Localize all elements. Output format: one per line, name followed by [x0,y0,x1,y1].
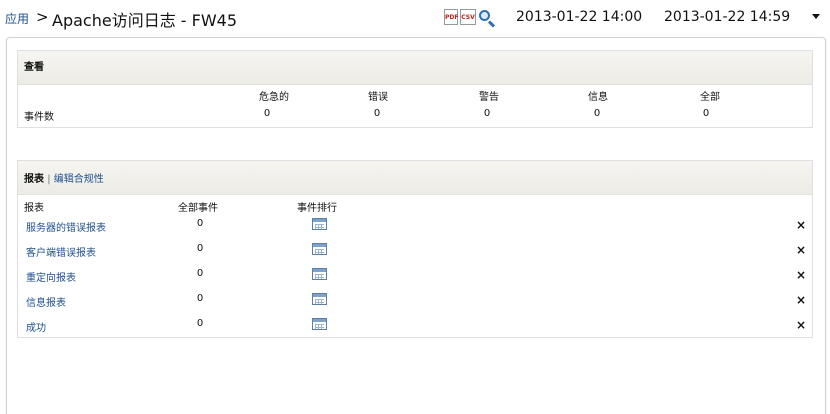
event-count-label: 事件数 [24,112,54,123]
calendar-icon[interactable] [312,268,327,280]
page-header: 应用 > Apache访问日志 - FW45 PDF CSV 2013-01-2… [0,0,830,36]
report-total: 0 [196,243,204,254]
column-header-all: 全部 [700,92,720,103]
column-header-warning: 警告 [479,92,499,103]
export-toolbar: PDF CSV [444,9,496,28]
remove-report-button[interactable]: × [796,319,806,331]
view-panel-title: 查看 [18,51,812,85]
calendar-icon[interactable] [312,293,327,305]
report-link-redirects[interactable]: 重定向报表 [26,269,76,284]
report-link-success[interactable]: 成功 [26,319,46,334]
chevron-down-icon[interactable] [812,14,820,19]
report-link-client-errors[interactable]: 客户端错误报表 [26,244,96,259]
report-total: 0 [196,268,204,279]
remove-report-button[interactable]: × [796,219,806,231]
column-header-report: 报表 [24,203,44,214]
event-count-all: 0 [702,108,710,119]
column-header-total-events: 全部事件 [178,203,218,214]
report-panel-header: 报表 | 编辑合规性 [18,161,812,195]
breadcrumb-apps[interactable]: 应用 [5,10,29,27]
report-total: 0 [196,318,204,329]
event-count-warning: 0 [483,108,491,119]
column-header-critical: 危急的 [259,92,289,103]
calendar-icon[interactable] [312,318,327,330]
view-panel: 查看 危急的 错误 警告 信息 全部 事件数 0 0 0 0 0 [17,50,813,128]
column-header-event-ranking: 事件排行 [297,203,337,214]
breadcrumb-separator: > [36,8,49,26]
report-panel: 报表 | 编辑合规性 报表 全部事件 事件排行 服务器的错误报表 0 × 客户端… [17,160,813,338]
remove-report-button[interactable]: × [796,244,806,256]
start-time[interactable]: 2013-01-22 14:00 [516,9,642,25]
event-count-error: 0 [373,108,381,119]
report-total: 0 [196,293,204,304]
event-count-info: 0 [593,108,601,119]
calendar-icon[interactable] [312,218,327,230]
column-header-error: 错误 [368,92,388,103]
remove-report-button[interactable]: × [796,269,806,281]
csv-export-icon[interactable]: CSV [460,9,476,25]
report-link-info[interactable]: 信息报表 [26,294,66,309]
report-link-server-errors[interactable]: 服务器的错误报表 [26,219,106,234]
end-time[interactable]: 2013-01-22 14:59 [664,9,790,25]
report-total: 0 [196,218,204,229]
edit-compliance-link[interactable]: 编辑合规性 [54,174,104,185]
calendar-icon[interactable] [312,243,327,255]
event-count-critical: 0 [263,108,271,119]
remove-report-button[interactable]: × [796,294,806,306]
search-icon[interactable] [478,9,496,28]
header-divider: | [47,174,51,185]
report-panel-title: 报表 [24,174,44,185]
column-header-info: 信息 [588,92,608,103]
pdf-export-icon[interactable]: PDF [444,9,458,25]
page-title: Apache访问日志 - FW45 [52,11,238,30]
